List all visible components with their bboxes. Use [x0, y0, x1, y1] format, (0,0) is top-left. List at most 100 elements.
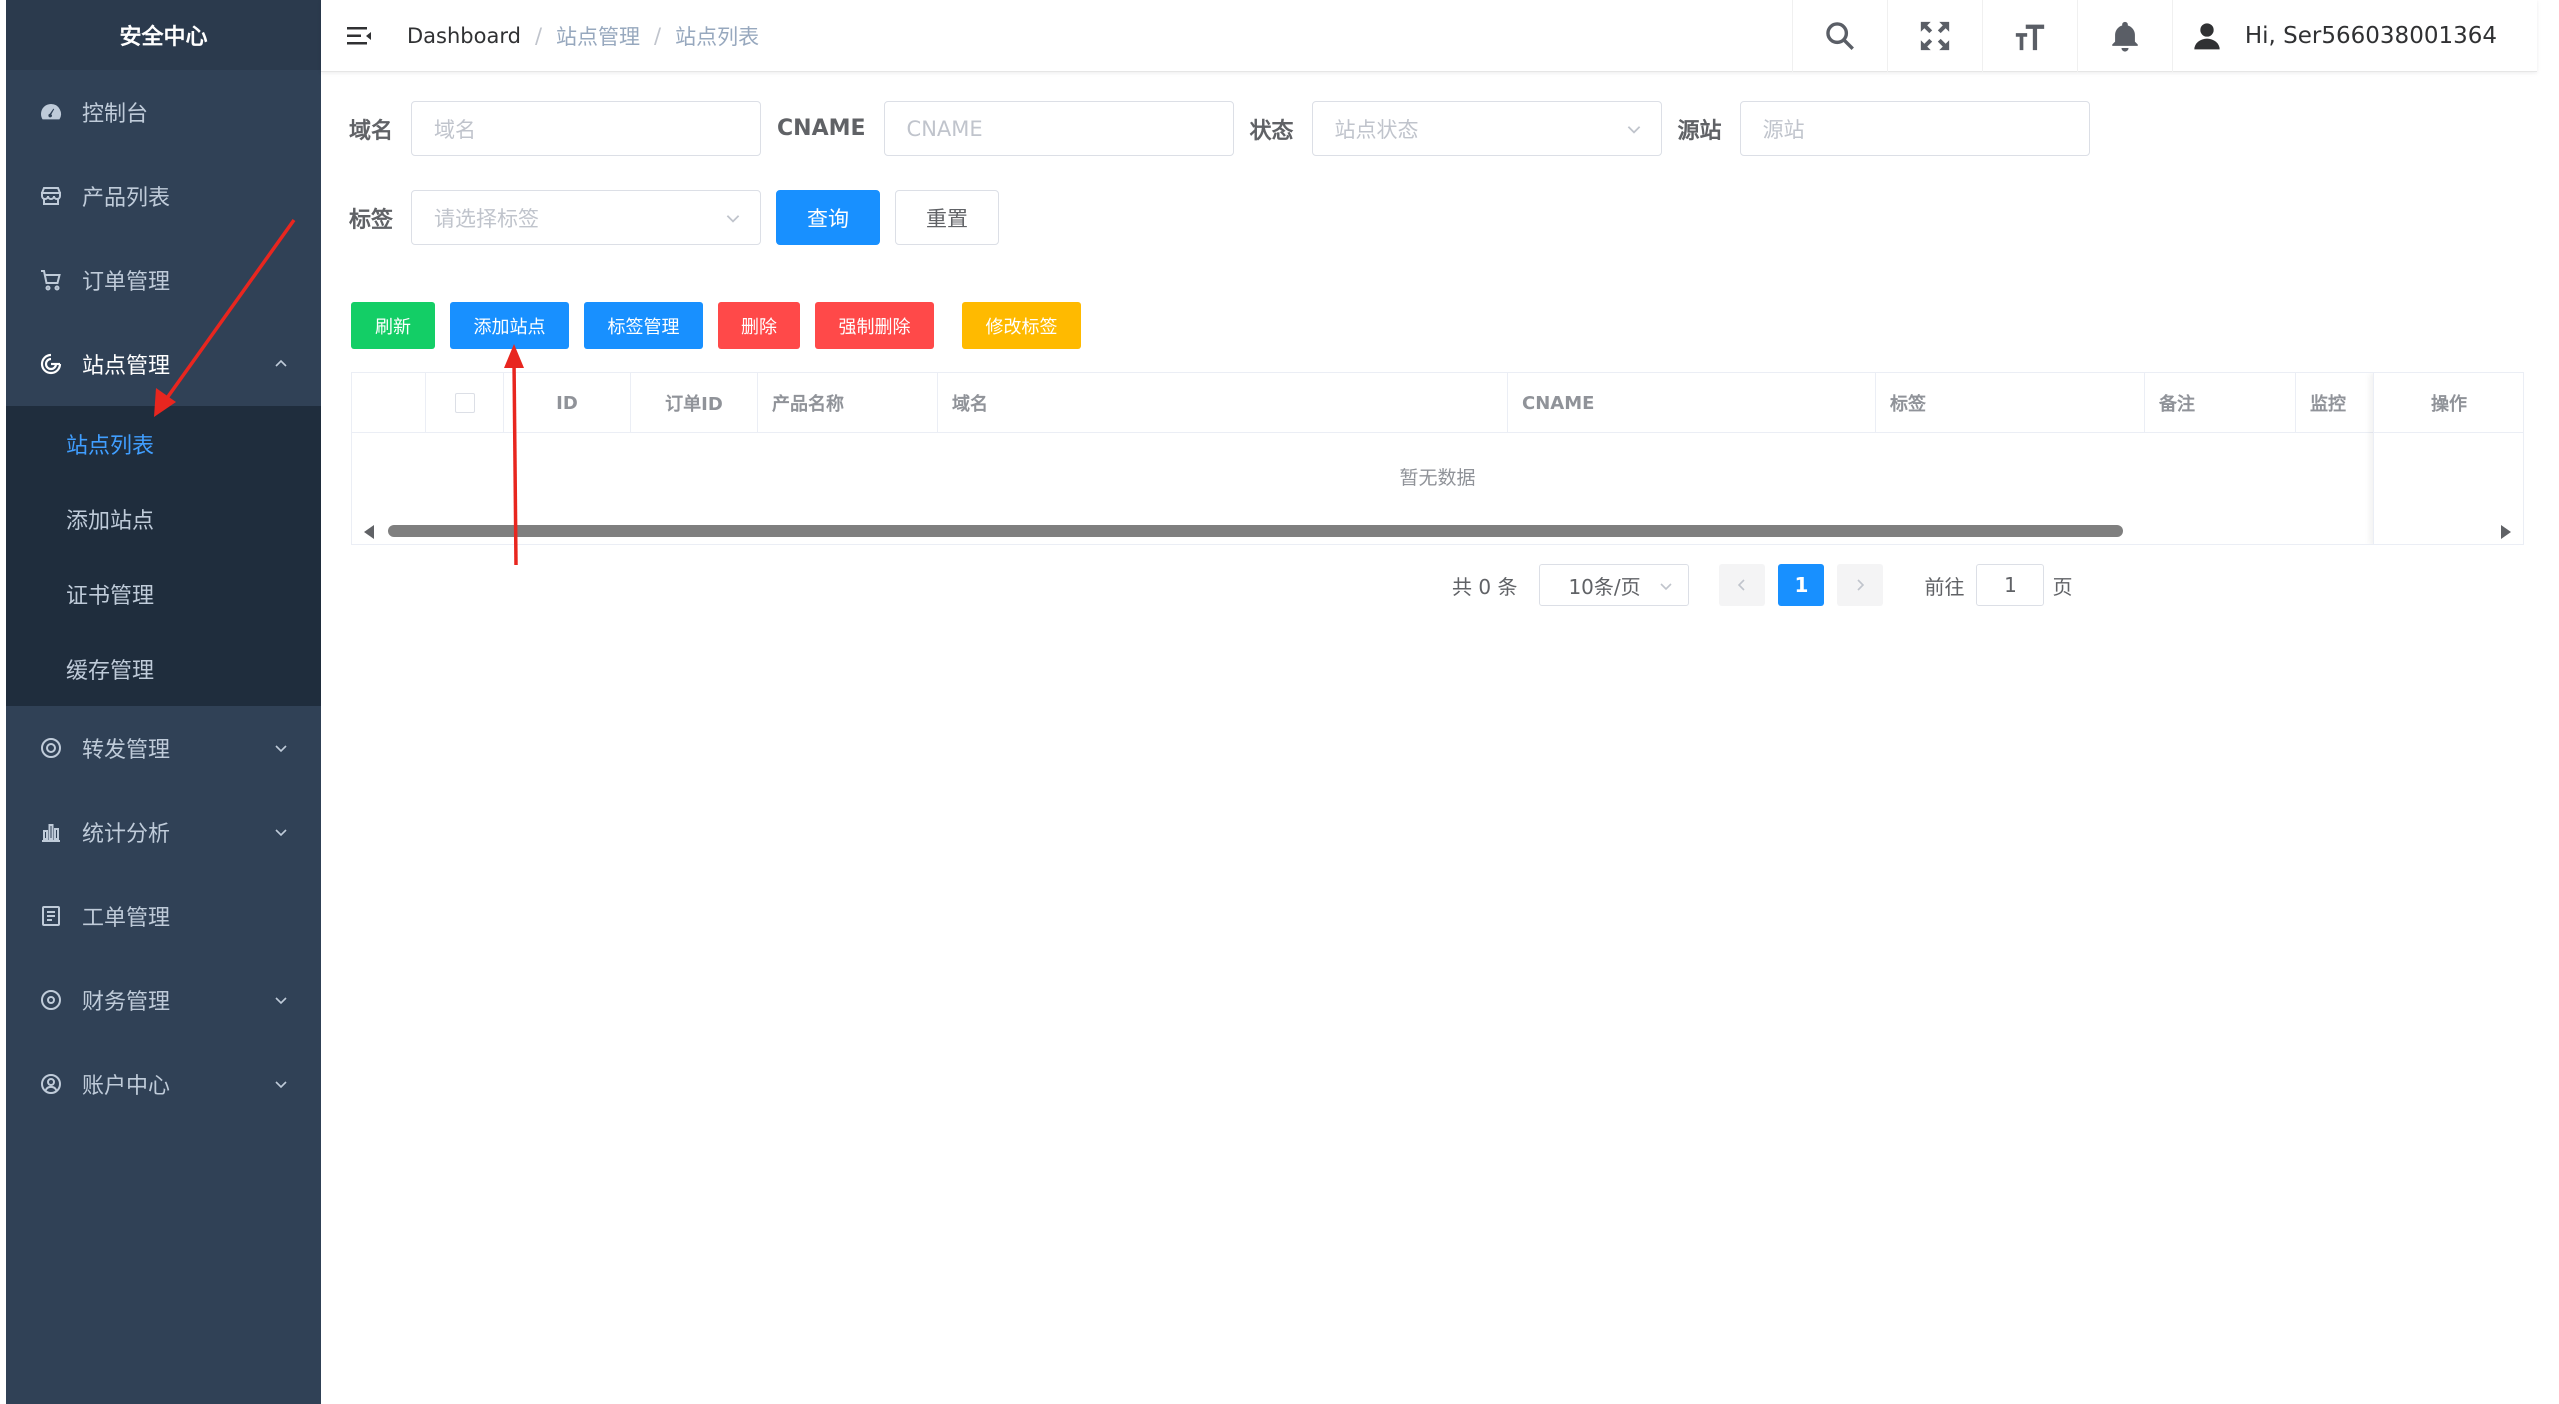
column-header-notes[interactable]: 备注 — [2145, 373, 2296, 433]
chevron-down-icon — [275, 1081, 287, 1089]
edit-tags-button[interactable]: 修改标签 — [962, 302, 1081, 349]
pagination-total: 共 0 条 — [1452, 574, 1518, 599]
chevron-down-icon — [275, 997, 287, 1005]
status-select[interactable]: 站点状态 — [1311, 101, 1662, 156]
notification-button[interactable] — [2076, 0, 2172, 72]
column-header-order-id[interactable]: 订单ID — [631, 373, 758, 433]
search-submit-button[interactable]: 查询 — [776, 190, 881, 245]
site-submenu: 站点列表 添加站点 证书管理 缓存管理 — [6, 406, 321, 706]
sidebar-item-forwarding[interactable]: 转发管理 — [6, 706, 321, 790]
chevron-down-icon — [726, 214, 740, 223]
chevron-down-icon — [275, 745, 287, 753]
sidebar-item-label: 财务管理 — [82, 990, 171, 1015]
chevron-left-icon — [1738, 579, 1746, 591]
page-size-select[interactable]: 10条/页 — [1539, 564, 1690, 606]
sidebar-item-label: 账户中心 — [82, 1074, 171, 1099]
scrollbar-thumb[interactable] — [388, 525, 2123, 537]
page-size-value: 10条/页 — [1568, 574, 1641, 599]
navbar: Dashboard / 站点管理 / 站点列表 Hi, Ser566038001… — [321, 0, 2537, 72]
site-table: ID 订单ID 产品名称 域名 CNAME 标签 备注 监控 暂无数据 操作 — [351, 372, 2524, 545]
column-header-id[interactable]: ID — [504, 373, 631, 433]
chevron-down-icon — [1660, 583, 1673, 591]
scroll-left-icon[interactable] — [364, 525, 374, 539]
breadcrumb-separator: / — [654, 24, 662, 48]
select-all-checkbox[interactable] — [454, 393, 475, 413]
origin-label: 源站 — [1677, 118, 1722, 144]
status-placeholder: 站点状态 — [1334, 117, 1419, 142]
column-header-cname[interactable]: CNAME — [1508, 373, 1876, 433]
font-size-button[interactable] — [1981, 0, 2077, 72]
status-label: 状态 — [1249, 118, 1294, 144]
prev-page-button[interactable] — [1719, 564, 1766, 606]
fullscreen-button[interactable] — [1886, 0, 1982, 72]
sidebar-item-dashboard[interactable]: 控制台 — [6, 70, 321, 154]
add-site-button[interactable]: 添加站点 — [450, 302, 569, 349]
delete-button[interactable]: 删除 — [718, 302, 800, 349]
filter-row-2: 标签 请选择标签 查询 重置 — [349, 190, 1000, 245]
expand-column-header — [352, 373, 426, 433]
empty-table-text: 暂无数据 — [1399, 467, 1476, 489]
reset-button[interactable]: 重置 — [895, 190, 1000, 245]
page-number-current[interactable]: 1 — [1778, 564, 1825, 606]
chevron-down-icon — [275, 829, 287, 837]
sidebar-item-account[interactable]: 账户中心 — [6, 1042, 321, 1126]
domain-input[interactable]: 域名 — [411, 101, 762, 156]
sidebar-subitem-site-list[interactable]: 站点列表 — [6, 406, 321, 481]
chevron-up-icon — [275, 359, 287, 367]
origin-placeholder: 源站 — [1762, 117, 1805, 142]
pagination: 共 0 条 10条/页 1 前往 1 页 — [1452, 564, 2072, 606]
select-column-header — [426, 373, 504, 433]
ticket-icon — [36, 901, 66, 931]
cart-icon — [36, 265, 66, 295]
breadcrumb-separator: / — [534, 24, 543, 48]
column-header-product-name[interactable]: 产品名称 — [758, 373, 938, 433]
domain-placeholder: 域名 — [434, 117, 477, 142]
sidebar-item-label: 统计分析 — [82, 822, 171, 847]
column-header-domain[interactable]: 域名 — [938, 373, 1508, 433]
cname-placeholder: CNAME — [906, 116, 983, 141]
search-button[interactable] — [1791, 0, 1887, 72]
fullscreen-icon — [1920, 21, 1950, 51]
goto-label: 前往 — [1924, 574, 1965, 599]
finance-icon — [36, 985, 66, 1015]
tag-manage-button[interactable]: 标签管理 — [584, 302, 703, 349]
origin-input[interactable]: 源站 — [1739, 101, 2090, 156]
goto-page-input[interactable]: 1 — [1976, 564, 2045, 606]
page-suffix: 页 — [2052, 574, 2073, 599]
hamburger-icon[interactable] — [345, 22, 373, 50]
main-content: Dashboard / 站点管理 / 站点列表 Hi, Ser566038001… — [321, 0, 2559, 1404]
sidebar-item-statistics[interactable]: 统计分析 — [6, 790, 321, 874]
sidebar-item-products[interactable]: 产品列表 — [6, 154, 321, 238]
refresh-button[interactable]: 刷新 — [351, 302, 435, 349]
font-size-icon — [2015, 24, 2045, 51]
table-toolbar: 刷新 添加站点 标签管理 删除 强制删除 修改标签 — [351, 302, 1081, 349]
breadcrumb-site-list: 站点列表 — [675, 25, 760, 49]
breadcrumb-site-management[interactable]: 站点管理 — [556, 21, 640, 51]
scroll-right-icon[interactable] — [2501, 525, 2511, 539]
tag-select[interactable]: 请选择标签 — [411, 190, 762, 245]
sidebar-item-finance[interactable]: 财务管理 — [6, 958, 321, 1042]
sidebar-item-tickets[interactable]: 工单管理 — [6, 874, 321, 958]
sidebar-item-label: 订单管理 — [82, 270, 171, 295]
dashboard-icon — [36, 97, 66, 127]
cname-label: CNAME — [777, 116, 866, 141]
sidebar-subitem-cache[interactable]: 缓存管理 — [6, 631, 321, 706]
next-page-button[interactable] — [1837, 564, 1884, 606]
horizontal-scrollbar[interactable] — [352, 518, 2523, 544]
sidebar-subitem-certificates[interactable]: 证书管理 — [6, 556, 321, 631]
force-delete-button[interactable]: 强制删除 — [815, 302, 934, 349]
user-menu[interactable]: Hi, Ser566038001364 — [2171, 0, 2537, 72]
user-greeting: Hi, Ser566038001364 — [2244, 23, 2497, 49]
sidebar-item-label: 产品列表 — [82, 186, 171, 211]
sidebar-item-site-management[interactable]: 站点管理 — [6, 322, 321, 406]
filter-row-1: 域名 域名 CNAME CNAME 状态 站点状态 源站 源站 — [349, 101, 2090, 156]
chevron-right-icon — [1857, 579, 1865, 591]
domain-label: 域名 — [349, 118, 394, 144]
sidebar-item-label: 控制台 — [82, 102, 149, 127]
table-header: ID 订单ID 产品名称 域名 CNAME 标签 备注 监控 — [352, 373, 2523, 433]
cname-input[interactable]: CNAME — [883, 101, 1234, 156]
column-header-tags[interactable]: 标签 — [1876, 373, 2145, 433]
breadcrumb-dashboard[interactable]: Dashboard — [407, 24, 521, 48]
sidebar-subitem-add-site[interactable]: 添加站点 — [6, 481, 321, 556]
sidebar-item-orders[interactable]: 订单管理 — [6, 238, 321, 322]
